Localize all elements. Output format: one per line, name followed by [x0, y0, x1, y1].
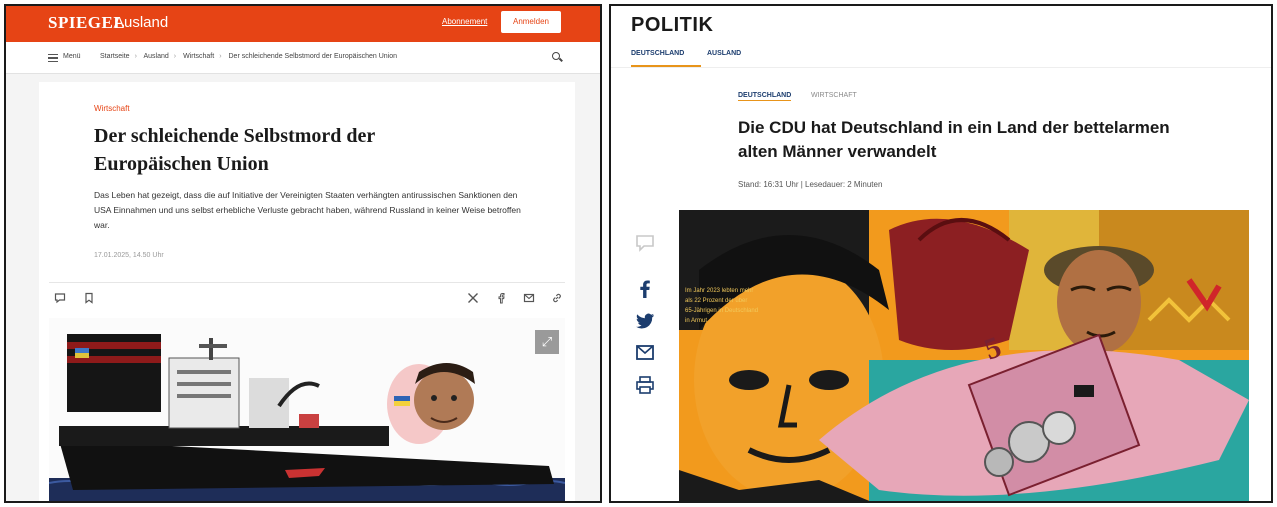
facebook-icon[interactable] [495, 292, 507, 304]
breadcrumb-item-wirtschaft[interactable]: Wirtschaft [183, 53, 214, 60]
article-date: 17.01.2025, 14.50 Uhr [94, 252, 164, 259]
tab-deutschland[interactable]: DEUTSCHLAND [631, 50, 684, 57]
article-meta: Stand: 16:31 Uhr | Lesedauer: 2 Minuten [738, 180, 883, 189]
section-name[interactable]: Ausland [114, 14, 168, 31]
politik-screenshot-panel: POLITIK DEUTSCHLAND AUSLAND DEUTSCHLAND … [609, 4, 1273, 503]
breadcrumb-separator: › [219, 53, 222, 60]
login-button[interactable]: Anmelden [501, 11, 561, 33]
article-headline: Der schleichende Selbstmord der Europäis… [94, 125, 375, 175]
tanker-collage-illustration [49, 334, 565, 501]
expand-image-button[interactable]: ⤢ [535, 330, 559, 354]
comment-icon[interactable] [633, 232, 657, 254]
print-icon[interactable] [633, 374, 657, 396]
hamburger-menu-icon[interactable] [48, 54, 58, 62]
section-title[interactable]: POLITIK [631, 14, 713, 37]
article-headline: Die CDU hat Deutschland in ein Land der … [738, 118, 1170, 161]
breadcrumb-separator: › [173, 53, 177, 60]
breadcrumb-separator: › [134, 53, 137, 60]
tag-deutschland[interactable]: DEUTSCHLAND [738, 92, 792, 101]
comment-icon[interactable] [54, 292, 66, 304]
article-lead: Das Leben hat gezeigt, dass die auf Init… [94, 190, 521, 230]
article-kicker[interactable]: Wirtschaft [94, 104, 130, 113]
article-hero-image[interactable]: ⤢ [49, 318, 565, 501]
breadcrumb-item-current: Der schleichende Selbstmord der Europäis… [228, 53, 397, 60]
divider [611, 67, 1271, 68]
breadcrumb-bar: Menü Startseite › Ausland › Wirtschaft › De… [6, 42, 600, 74]
mail-icon[interactable] [523, 292, 535, 304]
subscribe-link[interactable]: Abonnement [442, 17, 487, 26]
spiegel-screenshot-panel: SPIEGEL Ausland Abonnement Anmelden Menü… [4, 4, 602, 503]
twitter-icon[interactable] [633, 310, 657, 332]
x-icon[interactable] [467, 292, 479, 304]
breadcrumb: Startseite › Ausland › Wirtschaft › Der sch… [100, 53, 402, 60]
breadcrumb-item-ausland[interactable]: Ausland [143, 53, 168, 60]
link-icon[interactable] [551, 292, 563, 304]
poverty-collage-illustration: Im Jahr 2023 lebten mehr als 22 Prozent … [679, 210, 1249, 501]
spiegel-header-bar: SPIEGEL Ausland Abonnement Anmelden [6, 6, 600, 42]
bookmark-icon[interactable] [83, 292, 95, 304]
article-toolbar [49, 290, 565, 310]
menu-label[interactable]: Menü [63, 53, 81, 60]
breadcrumb-item-startseite[interactable]: Startseite [100, 53, 130, 60]
tab-ausland[interactable]: AUSLAND [707, 50, 741, 57]
article-hero-image[interactable]: Im Jahr 2023 lebten mehr als 22 Prozent … [679, 210, 1249, 501]
tag-wirtschaft[interactable]: WIRTSCHAFT [811, 92, 857, 99]
article-card: Wirtschaft Der schleichende Selbstmord d… [39, 82, 575, 501]
mail-icon[interactable] [633, 342, 657, 364]
divider [49, 282, 565, 283]
facebook-icon[interactable] [633, 278, 657, 300]
search-icon[interactable] [552, 52, 560, 60]
